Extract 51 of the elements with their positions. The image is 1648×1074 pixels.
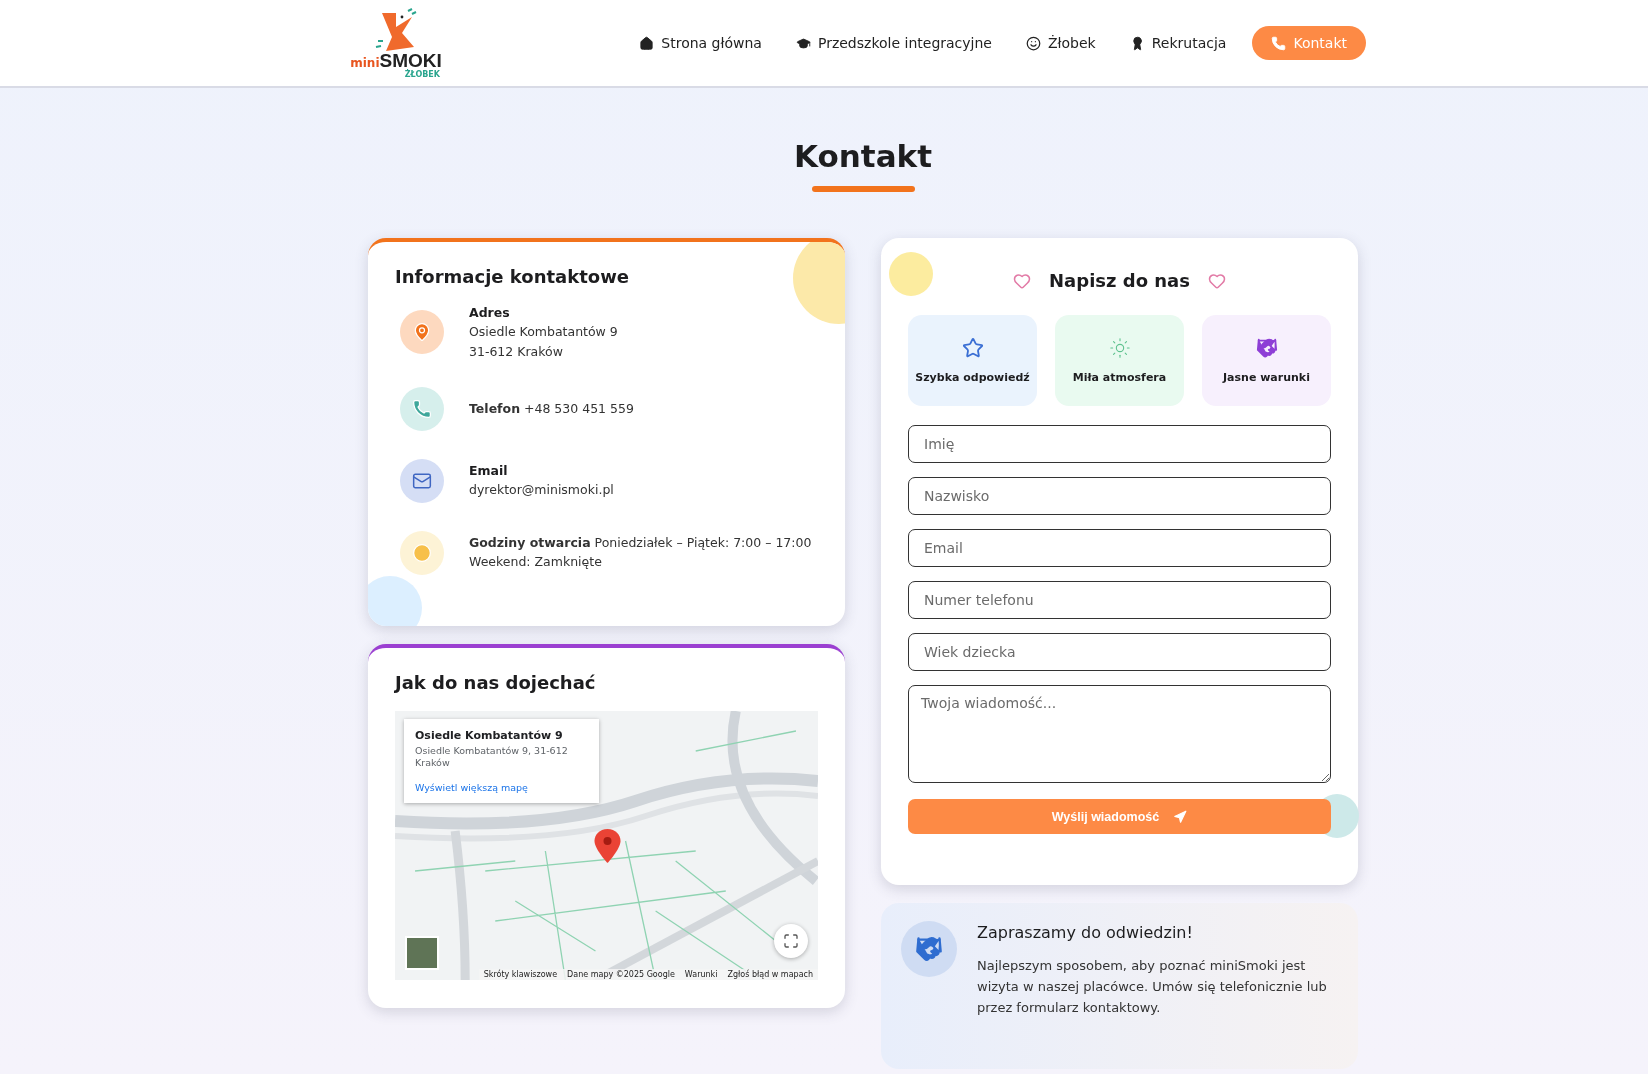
- visit-title: Zapraszamy do odwiedzin!: [977, 923, 1194, 942]
- decorative-circle: [889, 252, 933, 296]
- nav-link[interactable]: Przedszkole integracyjne: [787, 26, 1000, 60]
- nav-link[interactable]: Strona główna: [631, 26, 770, 60]
- contact-text: Telefon +48 530 451 559: [469, 400, 634, 417]
- smile-icon: [1025, 35, 1041, 51]
- message-textarea[interactable]: Twoja wiadomość...: [908, 685, 1331, 783]
- contact-label: Adres: [469, 305, 511, 322]
- contact-text: Godziny otwarcia Poniedziałek – Piątek: 7:00 – 17:00: [469, 535, 812, 552]
- feature-label: Jasne warunki: [1223, 371, 1310, 384]
- sun-icon: [1108, 337, 1131, 359]
- send-icon: [1173, 809, 1188, 824]
- feature-label: Szybka odpowiedź: [915, 371, 1030, 384]
- feature-label: Miła atmosfera: [1072, 371, 1167, 384]
- logo-subtitle: ŻŁOBEK: [404, 70, 440, 79]
- place-title: Osiedle Kombatantów 9: [415, 729, 564, 742]
- heart-icon: [1013, 271, 1032, 290]
- text-input[interactable]: Wiek dziecka: [908, 633, 1331, 671]
- nav-link[interactable]: Żłobek: [1017, 26, 1104, 60]
- heart-icon: [1207, 271, 1226, 290]
- card-title: Jak do nas dojechać: [395, 672, 597, 693]
- larger-map-link[interactable]: Wyświetl większą mapę: [415, 781, 588, 793]
- card-title: Informacje kontaktowe: [395, 266, 630, 287]
- form-title: Napisz do nas: [1049, 270, 1190, 291]
- map-footer-link[interactable]: Zgłoś błąd w mapach: [727, 970, 813, 979]
- place-address: Osiedle Kombatantów 9, 31-612 Kraków: [415, 745, 569, 770]
- text-input[interactable]: Numer telefonu: [908, 581, 1331, 619]
- text-input[interactable]: Imię: [908, 425, 1331, 463]
- logo-text: mini: [350, 57, 380, 69]
- text-input[interactable]: Nazwisko: [908, 477, 1331, 515]
- graduation-cap-icon: [795, 35, 811, 51]
- page-title: Kontakt: [794, 138, 932, 174]
- map-footer-link[interactable]: Skróty klawiszowe: [483, 970, 558, 979]
- text-input[interactable]: Email: [908, 529, 1331, 567]
- contact-text: Weekend: Zamknięte: [469, 554, 603, 571]
- contact-text: Osiedle Kombatantów 9: [469, 324, 618, 341]
- contact-text: dyrektor@minismoki.pl: [469, 482, 614, 499]
- satellite-thumbnail[interactable]: [405, 936, 439, 970]
- home-icon: [639, 35, 655, 51]
- logo-text: SMOKI: [379, 51, 442, 70]
- contact-text: 31-612 Kraków: [469, 343, 564, 360]
- map-pin-icon: [412, 322, 432, 343]
- visit-text: Najlepszym sposobem, aby poznać miniSmoki jest wizyta w naszej placówce. Umów się telefonicznie lub przez formularz kontaktowy.: [977, 957, 1328, 1017]
- map-footer-link[interactable]: Warunki: [684, 970, 718, 979]
- phone-icon: [1271, 35, 1287, 51]
- nav-link[interactable]: Rekrutacja: [1121, 26, 1235, 60]
- map-footer-link[interactable]: Dane mapy ©2025 Google: [567, 970, 675, 979]
- star-icon: [961, 337, 984, 359]
- phone-icon: [412, 398, 432, 419]
- contact-label: Email: [469, 463, 509, 480]
- fullscreen-icon: [783, 933, 799, 949]
